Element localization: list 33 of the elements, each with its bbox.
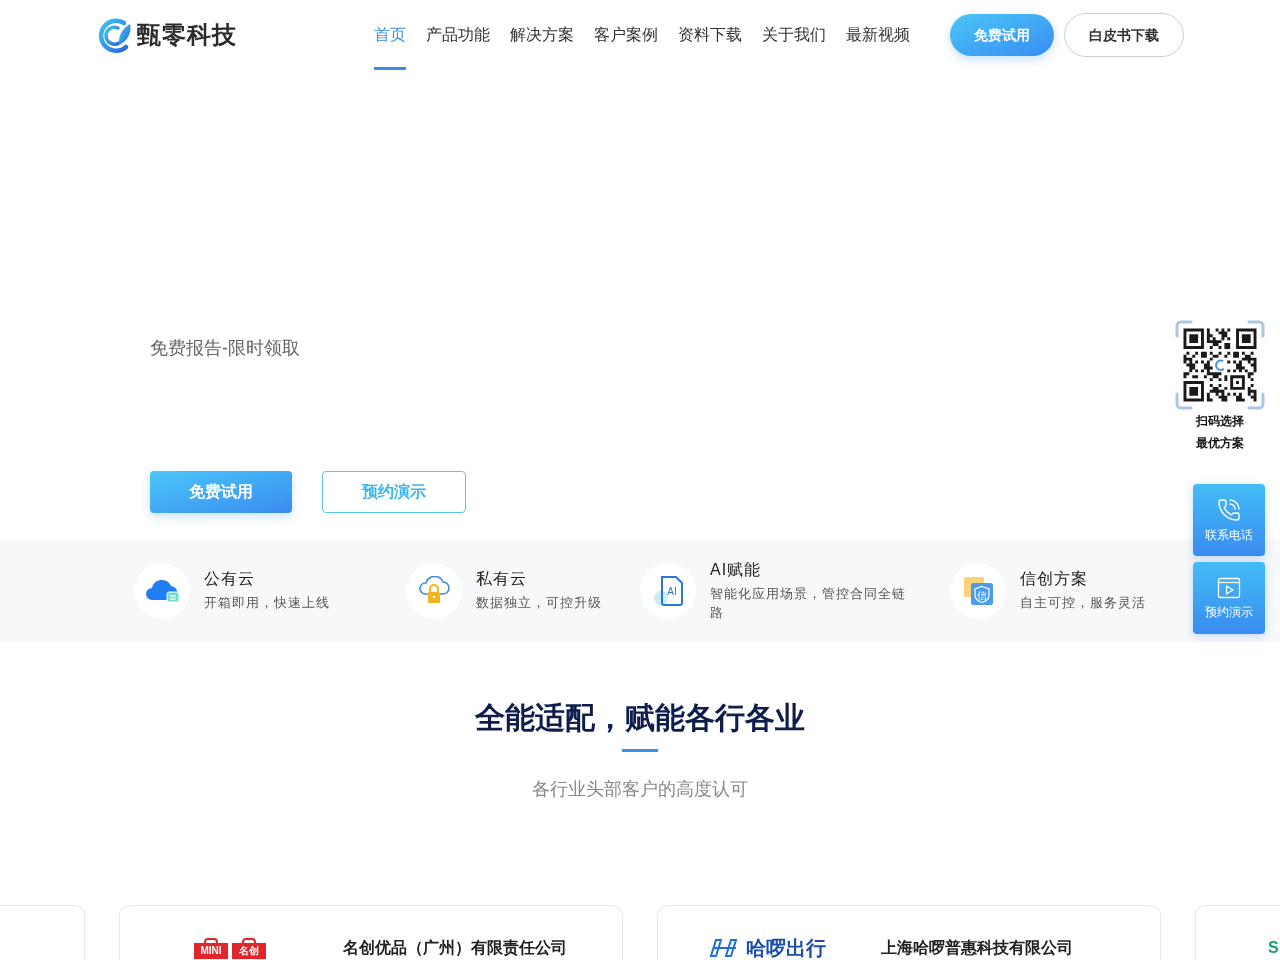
nav-link[interactable]: 产品功能 (425, 0, 490, 70)
hero-tagline: 免费报告-限时领取 (150, 338, 300, 358)
feature-description: 开箱即用，快速上线 (204, 594, 330, 612)
nav-link[interactable]: 最新视频 (845, 0, 910, 70)
feature-title: 信创方案 (1020, 569, 1088, 589)
bag-logo: MINI (194, 937, 228, 959)
logo-text: S (1268, 938, 1279, 958)
feature-title: AI赋能 (710, 559, 762, 580)
section-title: 全能适配，赋能各行各业 (475, 701, 805, 735)
nav-link[interactable]: 解决方案 (509, 0, 574, 70)
client-name: 上海哈啰普惠科技有限公司 (881, 938, 1073, 958)
video-play-icon (1217, 577, 1241, 599)
section-subtitle: 各行业头部客户的高度认可 (532, 779, 748, 799)
nav-link[interactable]: 客户案例 (593, 0, 658, 70)
client-name: 名创优品（广州）有限责任公司 (343, 938, 567, 959)
stripes-logo-icon (710, 939, 740, 957)
logo-text: 甄零科技 (136, 21, 237, 49)
logo-text: 哈啰出行 (746, 937, 826, 959)
shield-icon: 信 (950, 562, 1006, 619)
phone-icon (1217, 498, 1241, 522)
qr-caption: 扫码选择 (1196, 413, 1244, 430)
qr-caption: 最优方案 (1196, 435, 1244, 452)
header-button[interactable]: 白皮书下载 (1063, 13, 1184, 57)
nav-link[interactable]: 首页 (373, 0, 406, 70)
ai-document-icon: AI (640, 562, 696, 619)
bag-logo: 名创 (232, 937, 266, 959)
feature-title: 公有云 (204, 569, 255, 589)
nav-link[interactable]: 关于我们 (761, 0, 826, 70)
feature-title: 私有云 (476, 569, 527, 589)
feature-description: 智能化应用场景，管控合同全链路 (710, 584, 907, 622)
nav-link[interactable]: 资料下载 (677, 0, 742, 70)
feature-description: 自主可控，服务灵活 (1020, 594, 1146, 612)
feature-description: 数据独立，可控升级 (476, 594, 602, 612)
